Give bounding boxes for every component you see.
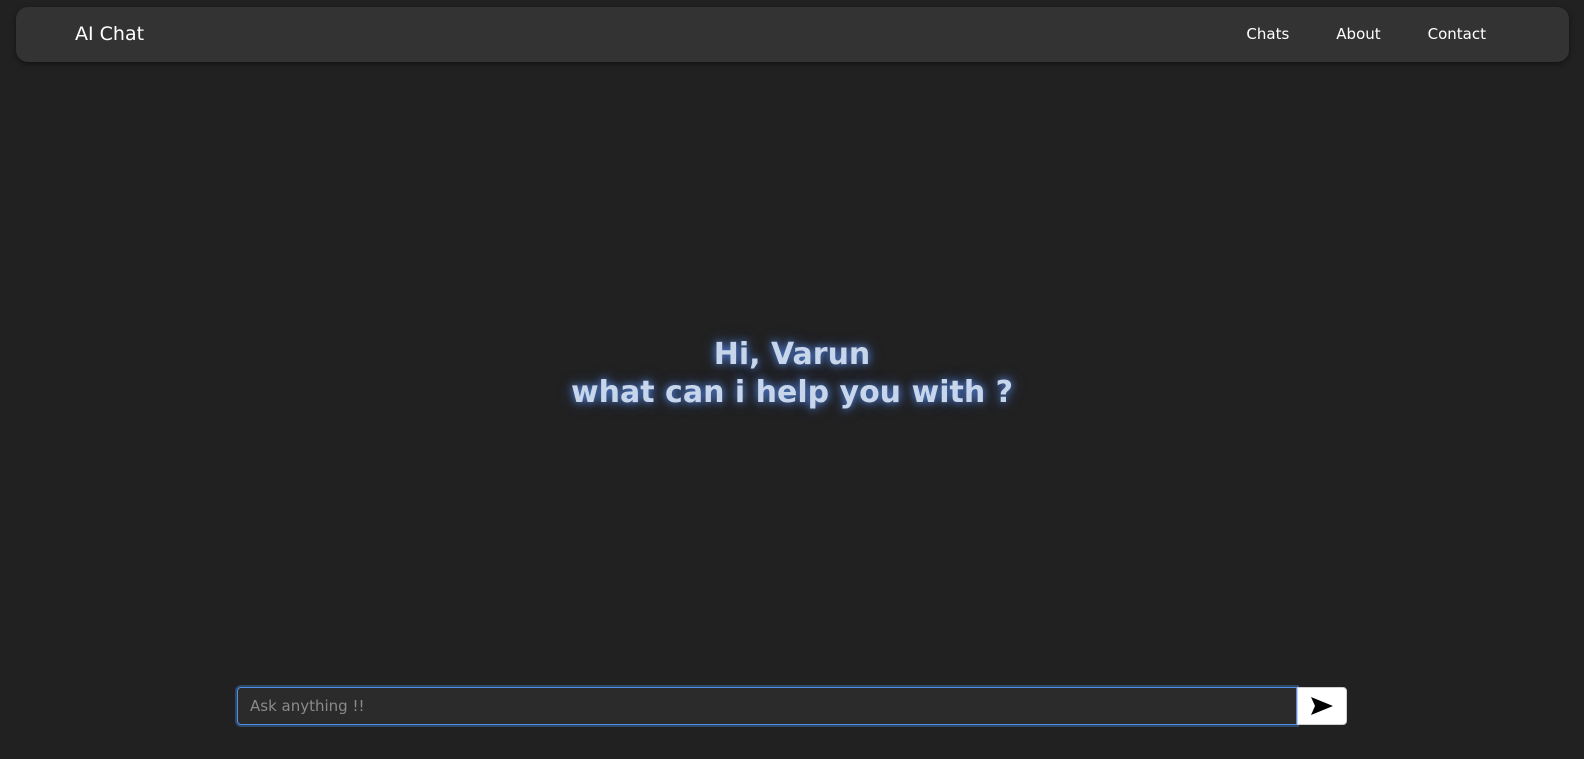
nav-link-about[interactable]: About [1336, 24, 1380, 44]
top-navbar: AI Chat Chats About Contact [16, 7, 1569, 62]
nav-link-contact[interactable]: Contact [1428, 24, 1486, 44]
send-arrow-icon [1311, 697, 1333, 715]
greeting-prompt: what can i help you with ? [570, 375, 1014, 410]
send-button[interactable] [1297, 687, 1347, 725]
greeting-name: Hi, Varun [713, 337, 871, 372]
nav-link-chats[interactable]: Chats [1246, 24, 1289, 44]
greeting: Hi, Varun what can i help you with ? [0, 336, 1584, 412]
brand-logo[interactable]: AI Chat [75, 22, 144, 46]
nav-links: Chats About Contact [1246, 24, 1486, 44]
chat-composer [237, 687, 1347, 725]
chat-input[interactable] [237, 687, 1297, 725]
